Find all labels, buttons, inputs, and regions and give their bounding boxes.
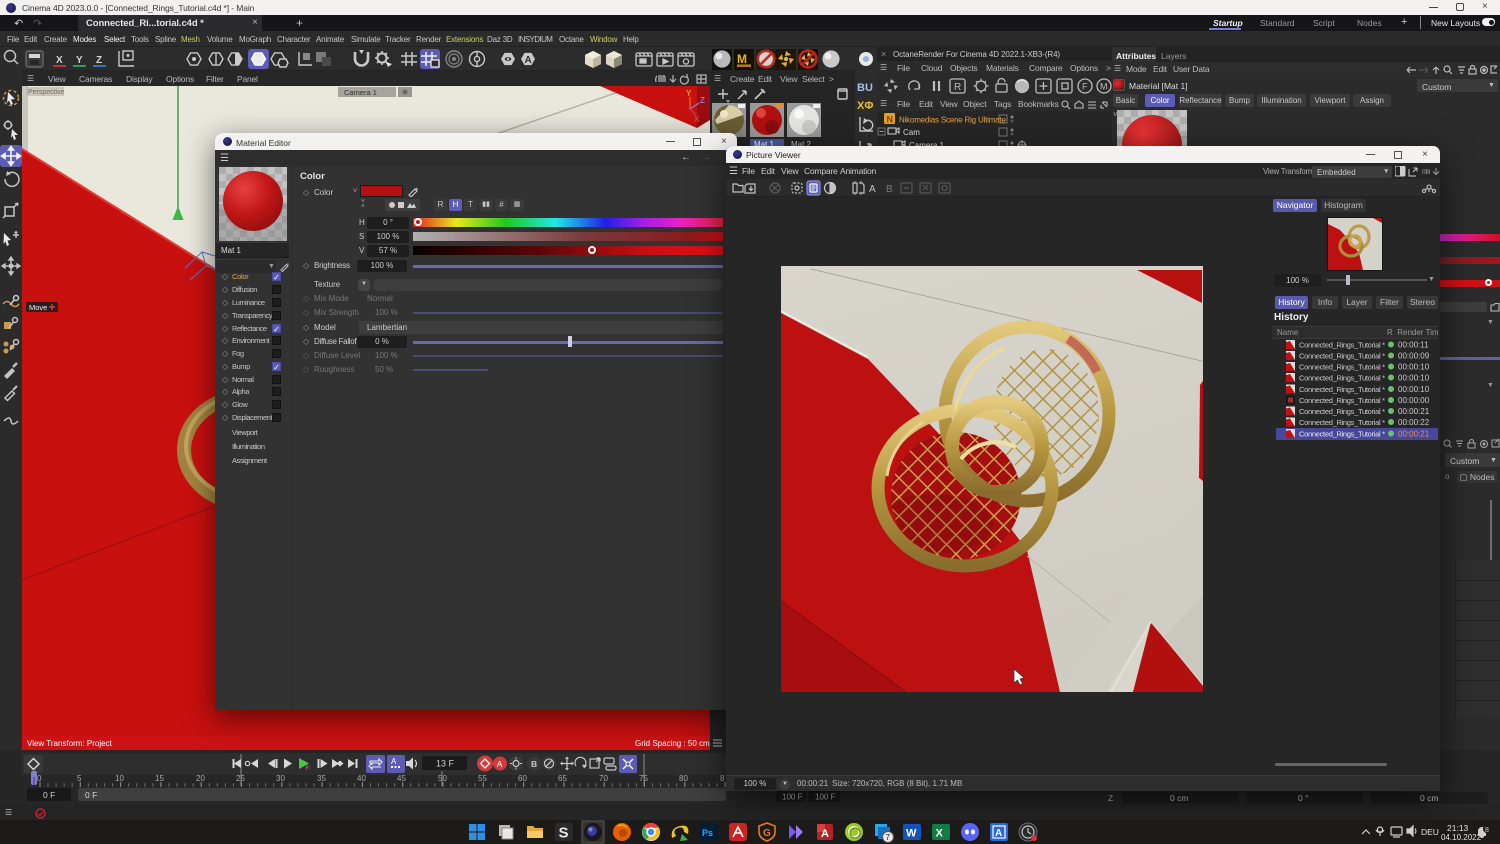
svg-text:45: 45 — [397, 774, 406, 783]
svg-text:R: R — [954, 82, 961, 93]
svg-text:XΦ: XΦ — [857, 100, 873, 112]
svg-text:04.10.2022: 04.10.2022 — [1441, 833, 1482, 842]
svg-text:25: 25 — [236, 774, 245, 783]
svg-text:65: 65 — [558, 774, 567, 783]
svg-text:X: X — [936, 828, 944, 840]
svg-text:DEU: DEU — [1421, 827, 1439, 837]
svg-text:Connected_Rings_Tutorial *: Connected_Rings_Tutorial * — [1299, 396, 1385, 405]
svg-text:Cam: Cam — [903, 128, 920, 137]
svg-text:40: 40 — [357, 774, 366, 783]
svg-text:5: 5 — [77, 774, 82, 783]
svg-text:0 F: 0 F — [43, 790, 55, 800]
svg-text:00:00:09: 00:00:09 — [1398, 352, 1430, 361]
svg-text:00:00:10: 00:00:10 — [1398, 374, 1430, 383]
svg-text:00:00:21: 00:00:21 — [1398, 430, 1430, 439]
svg-text:0 °: 0 ° — [1298, 793, 1309, 803]
svg-text:Z: Z — [700, 96, 705, 105]
svg-text:60: 60 — [518, 774, 527, 783]
svg-text:00:00:22: 00:00:22 — [1398, 418, 1430, 427]
svg-text:0 F: 0 F — [85, 790, 97, 800]
svg-text:B: B — [531, 759, 537, 769]
svg-text:M: M — [737, 52, 747, 66]
svg-text:0: 0 — [37, 774, 42, 783]
svg-text:A: A — [869, 184, 876, 195]
svg-text:S: S — [559, 825, 569, 842]
svg-text:Move: Move — [29, 303, 47, 312]
svg-text:10: 10 — [115, 774, 124, 783]
svg-text:A: A — [995, 828, 1002, 839]
svg-text:00:00:21: 00:00:21 — [1398, 407, 1430, 416]
svg-text:30: 30 — [276, 774, 285, 783]
svg-text:50: 50 — [438, 774, 447, 783]
svg-text:75: 75 — [639, 774, 648, 783]
svg-text:8: 8 — [720, 774, 725, 783]
svg-text:15: 15 — [155, 774, 164, 783]
svg-text:20: 20 — [196, 774, 205, 783]
svg-text:Z: Z — [96, 55, 102, 66]
svg-text:BU: BU — [857, 82, 873, 94]
svg-text:M: M — [1100, 82, 1108, 92]
svg-text:View Transform: Project: View Transform: Project — [27, 739, 113, 748]
svg-text:X: X — [694, 115, 700, 124]
svg-text:Connected_Rings_Tutorial *: Connected_Rings_Tutorial * — [1299, 341, 1385, 350]
svg-text:Nikomedias Scene Rig Ultimate: Nikomedias Scene Rig Ultimate — [899, 116, 1006, 125]
svg-text:W: W — [906, 828, 917, 840]
svg-text:G: G — [763, 828, 771, 839]
svg-text:F: F — [306, 766, 309, 772]
svg-text:55: 55 — [478, 774, 487, 783]
svg-text:Y: Y — [686, 89, 692, 98]
svg-text:Connected_Rings_Tutorial *: Connected_Rings_Tutorial * — [1299, 418, 1385, 427]
svg-text:F: F — [1082, 82, 1088, 92]
svg-text:B: B — [886, 184, 893, 195]
svg-text:Y: Y — [76, 55, 83, 66]
svg-text:Grid Spacing : 50 cm: Grid Spacing : 50 cm — [635, 739, 710, 748]
svg-text:A: A — [497, 759, 503, 769]
svg-text:Connected_Rings_Tutorial *: Connected_Rings_Tutorial * — [1299, 363, 1385, 372]
svg-text:70: 70 — [599, 774, 608, 783]
svg-text:80: 80 — [679, 774, 688, 783]
svg-text:8: 8 — [1485, 827, 1489, 834]
svg-text:00:00:11: 00:00:11 — [1398, 341, 1429, 350]
svg-text:Connected_Rings_Tutorial *: Connected_Rings_Tutorial * — [1299, 430, 1385, 439]
svg-text:00:00:10: 00:00:10 — [1398, 363, 1430, 372]
svg-text:A: A — [391, 757, 397, 766]
svg-text:Camera 1: Camera 1 — [344, 88, 377, 97]
svg-text:7: 7 — [886, 833, 891, 842]
svg-text:00:00:10: 00:00:10 — [1398, 385, 1430, 394]
svg-text:0 cm: 0 cm — [1170, 793, 1188, 803]
svg-text:Perspective: Perspective — [28, 89, 65, 96]
svg-text:Connected_Rings_Tutorial *: Connected_Rings_Tutorial * — [1299, 374, 1385, 383]
svg-text:21:13: 21:13 — [1447, 823, 1469, 833]
svg-text:Ps: Ps — [702, 828, 713, 838]
svg-text:Z: Z — [1108, 793, 1113, 803]
svg-text:00:00:00: 00:00:00 — [1398, 396, 1430, 405]
svg-text:X: X — [56, 55, 63, 66]
svg-text:Connected_Rings_Tutorial *: Connected_Rings_Tutorial * — [1299, 385, 1385, 394]
svg-text:A: A — [821, 828, 829, 840]
svg-text:35: 35 — [317, 774, 326, 783]
svg-text:100 F: 100 F — [815, 793, 836, 802]
svg-text:100 F: 100 F — [782, 793, 803, 802]
svg-text:A: A — [525, 55, 532, 66]
svg-text:Connected_Rings_Tutorial *: Connected_Rings_Tutorial * — [1299, 407, 1385, 416]
svg-text:13 F: 13 F — [436, 759, 455, 769]
svg-text:N: N — [887, 115, 894, 125]
svg-text:0 cm: 0 cm — [1420, 793, 1438, 803]
svg-text:Connected_Rings_Tutorial *: Connected_Rings_Tutorial * — [1299, 352, 1385, 361]
